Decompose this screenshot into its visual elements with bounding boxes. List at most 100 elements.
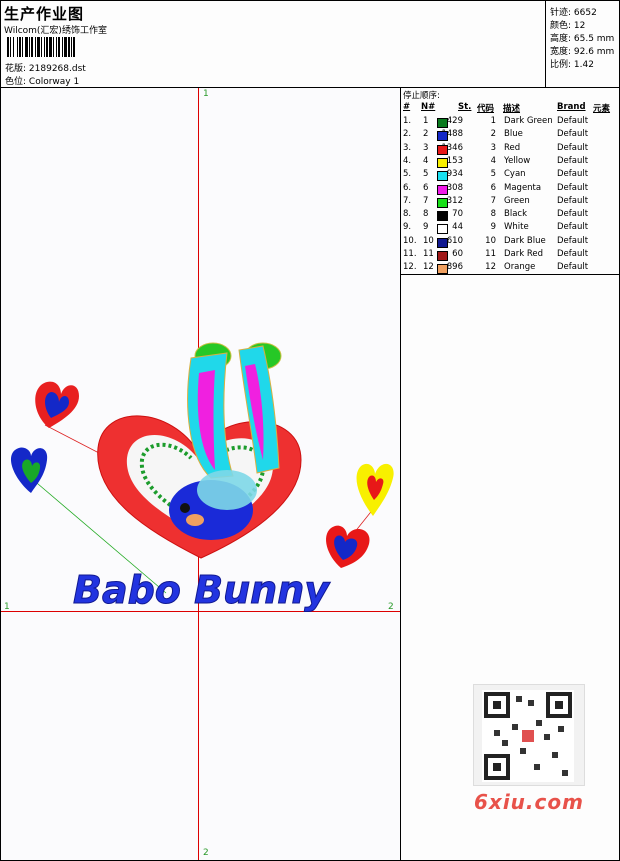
row-code: 11 [485,249,496,259]
row-needle: 10 [423,235,434,246]
row-brand: Default [557,129,589,140]
row-index: 6. [403,182,412,193]
row-needle: 8 [423,209,429,220]
qr-finder-center [493,701,501,709]
row-code: 1 [490,116,496,126]
qr-logo [522,730,534,742]
row-needle: 7 [423,195,429,206]
row-code: 10 [485,235,496,246]
stats-box: 针迹: 6652 颜色: 12 高度: 65.5 mm 宽度: 92.6 mm … [545,1,620,87]
row-index: 5. [403,169,412,180]
qr-pattern [484,692,572,780]
row-needle: 11 [423,249,434,259]
table-row: 7. 7 312 7 Green Default [401,196,619,209]
row-description: Dark Red [504,249,544,259]
color-swatch [437,184,448,195]
design-width: 宽度: 92.6 mm [550,47,615,57]
row-description: White [504,222,529,233]
bunny-head-highlight [197,470,257,510]
row-index: 10. [403,235,417,246]
row-brand: Default [557,195,589,206]
row-index: 8. [403,209,412,220]
row-needle: 3 [423,142,429,153]
color-swatch [437,224,448,235]
row-code: 7 [490,195,496,206]
row-brand: Default [557,249,589,259]
colorway-line: 色位: Colorway 1 [5,74,79,87]
embroidery-design: Babo Bunny [10,342,394,613]
company-name: Wilcom(汇宏)绣饰工作室 [4,26,107,36]
sheet-title: 生产作业图 [4,5,85,23]
row-description: Blue [504,129,523,140]
sheet-header: 生产作业图 Wilcom(汇宏)绣饰工作室 花版: 2189268.dst 色位… [1,1,619,88]
col-header-description: 描述 [503,104,521,114]
table-row: 2. 2 1488 2 Blue Default [401,129,619,142]
production-sheet: 生产作业图 Wilcom(汇宏)绣饰工作室 花版: 2189268.dst 色位… [0,0,620,861]
stop-sequence-title: 停止顺序: [403,91,440,101]
table-row: 3. 3 1346 3 Red Default [401,143,619,156]
color-swatch [437,131,448,142]
row-index: 1. [403,116,412,126]
col-header-code: 代码 [477,104,495,114]
row-index: 12. [403,262,417,273]
bunny-eye [180,503,190,513]
row-code: 9 [490,222,496,233]
row-index: 4. [403,155,412,166]
watermark-text: 6xiu.com [474,790,584,814]
row-description: Dark Green [504,116,553,126]
row-brand: Default [557,169,589,180]
row-needle: 9 [423,222,429,233]
row-needle: 5 [423,169,429,180]
table-row: 4. 4 153 4 Yellow Default [401,156,619,169]
row-description: Dark Blue [504,235,546,246]
barcode [7,37,143,57]
row-description: Black [504,209,527,220]
row-brand: Default [557,116,589,126]
color-swatch [437,157,448,168]
row-description: Orange [504,262,536,273]
design-canvas: 1 2 1 2 Babo Bunny [1,88,401,860]
row-description: Cyan [504,169,526,180]
row-index: 2. [403,129,412,140]
row-description: Magenta [504,182,542,193]
color-swatch [437,118,448,128]
row-description: Yellow [504,155,531,166]
col-header-stitches: St. [458,102,472,112]
color-swatch [437,264,448,275]
col-header-needle: N# [421,102,436,112]
row-description: Red [504,142,521,153]
table-row: 12. 12 896 12 Orange Default [401,262,619,275]
row-brand: Default [557,235,589,246]
row-index: 11. [403,249,417,259]
row-needle: 4 [423,155,429,166]
row-brand: Default [557,182,589,193]
row-index: 3. [403,142,412,153]
row-needle: 2 [423,129,429,140]
design-file: 2189268.dst [28,64,86,74]
color-swatch [437,171,448,182]
qr-finder-center [493,763,501,771]
col-header-index: # [403,102,411,112]
row-needle: 6 [423,182,429,193]
color-swatch [437,144,448,155]
colorway-label: 色位: [5,77,27,87]
design-text: Babo Bunny [73,568,331,612]
color-count: 颜色: 12 [550,21,586,31]
row-brand: Default [557,209,589,220]
design-height: 高度: 65.5 mm [550,34,615,44]
row-needle: 12 [423,262,434,273]
row-index: 7. [403,195,412,206]
row-code: 5 [490,169,496,180]
row-code: 4 [490,155,496,166]
table-row: 10. 10 610 10 Dark Blue Default [401,236,619,249]
jump-line [44,424,100,454]
color-swatch [437,197,448,208]
table-row: 5. 5 934 5 Cyan Default [401,169,619,182]
bunny-nose-area [186,514,204,526]
qr-code [473,684,585,786]
color-swatch [437,211,448,222]
stitch-count: 针迹: 6652 [550,8,597,18]
row-brand: Default [557,155,589,166]
row-code: 3 [490,142,496,153]
stop-sequence-panel: 停止顺序: # N# St. 代码 描述 Brand 元素 1. 1 4 2 9 1 Dar… [401,88,619,275]
